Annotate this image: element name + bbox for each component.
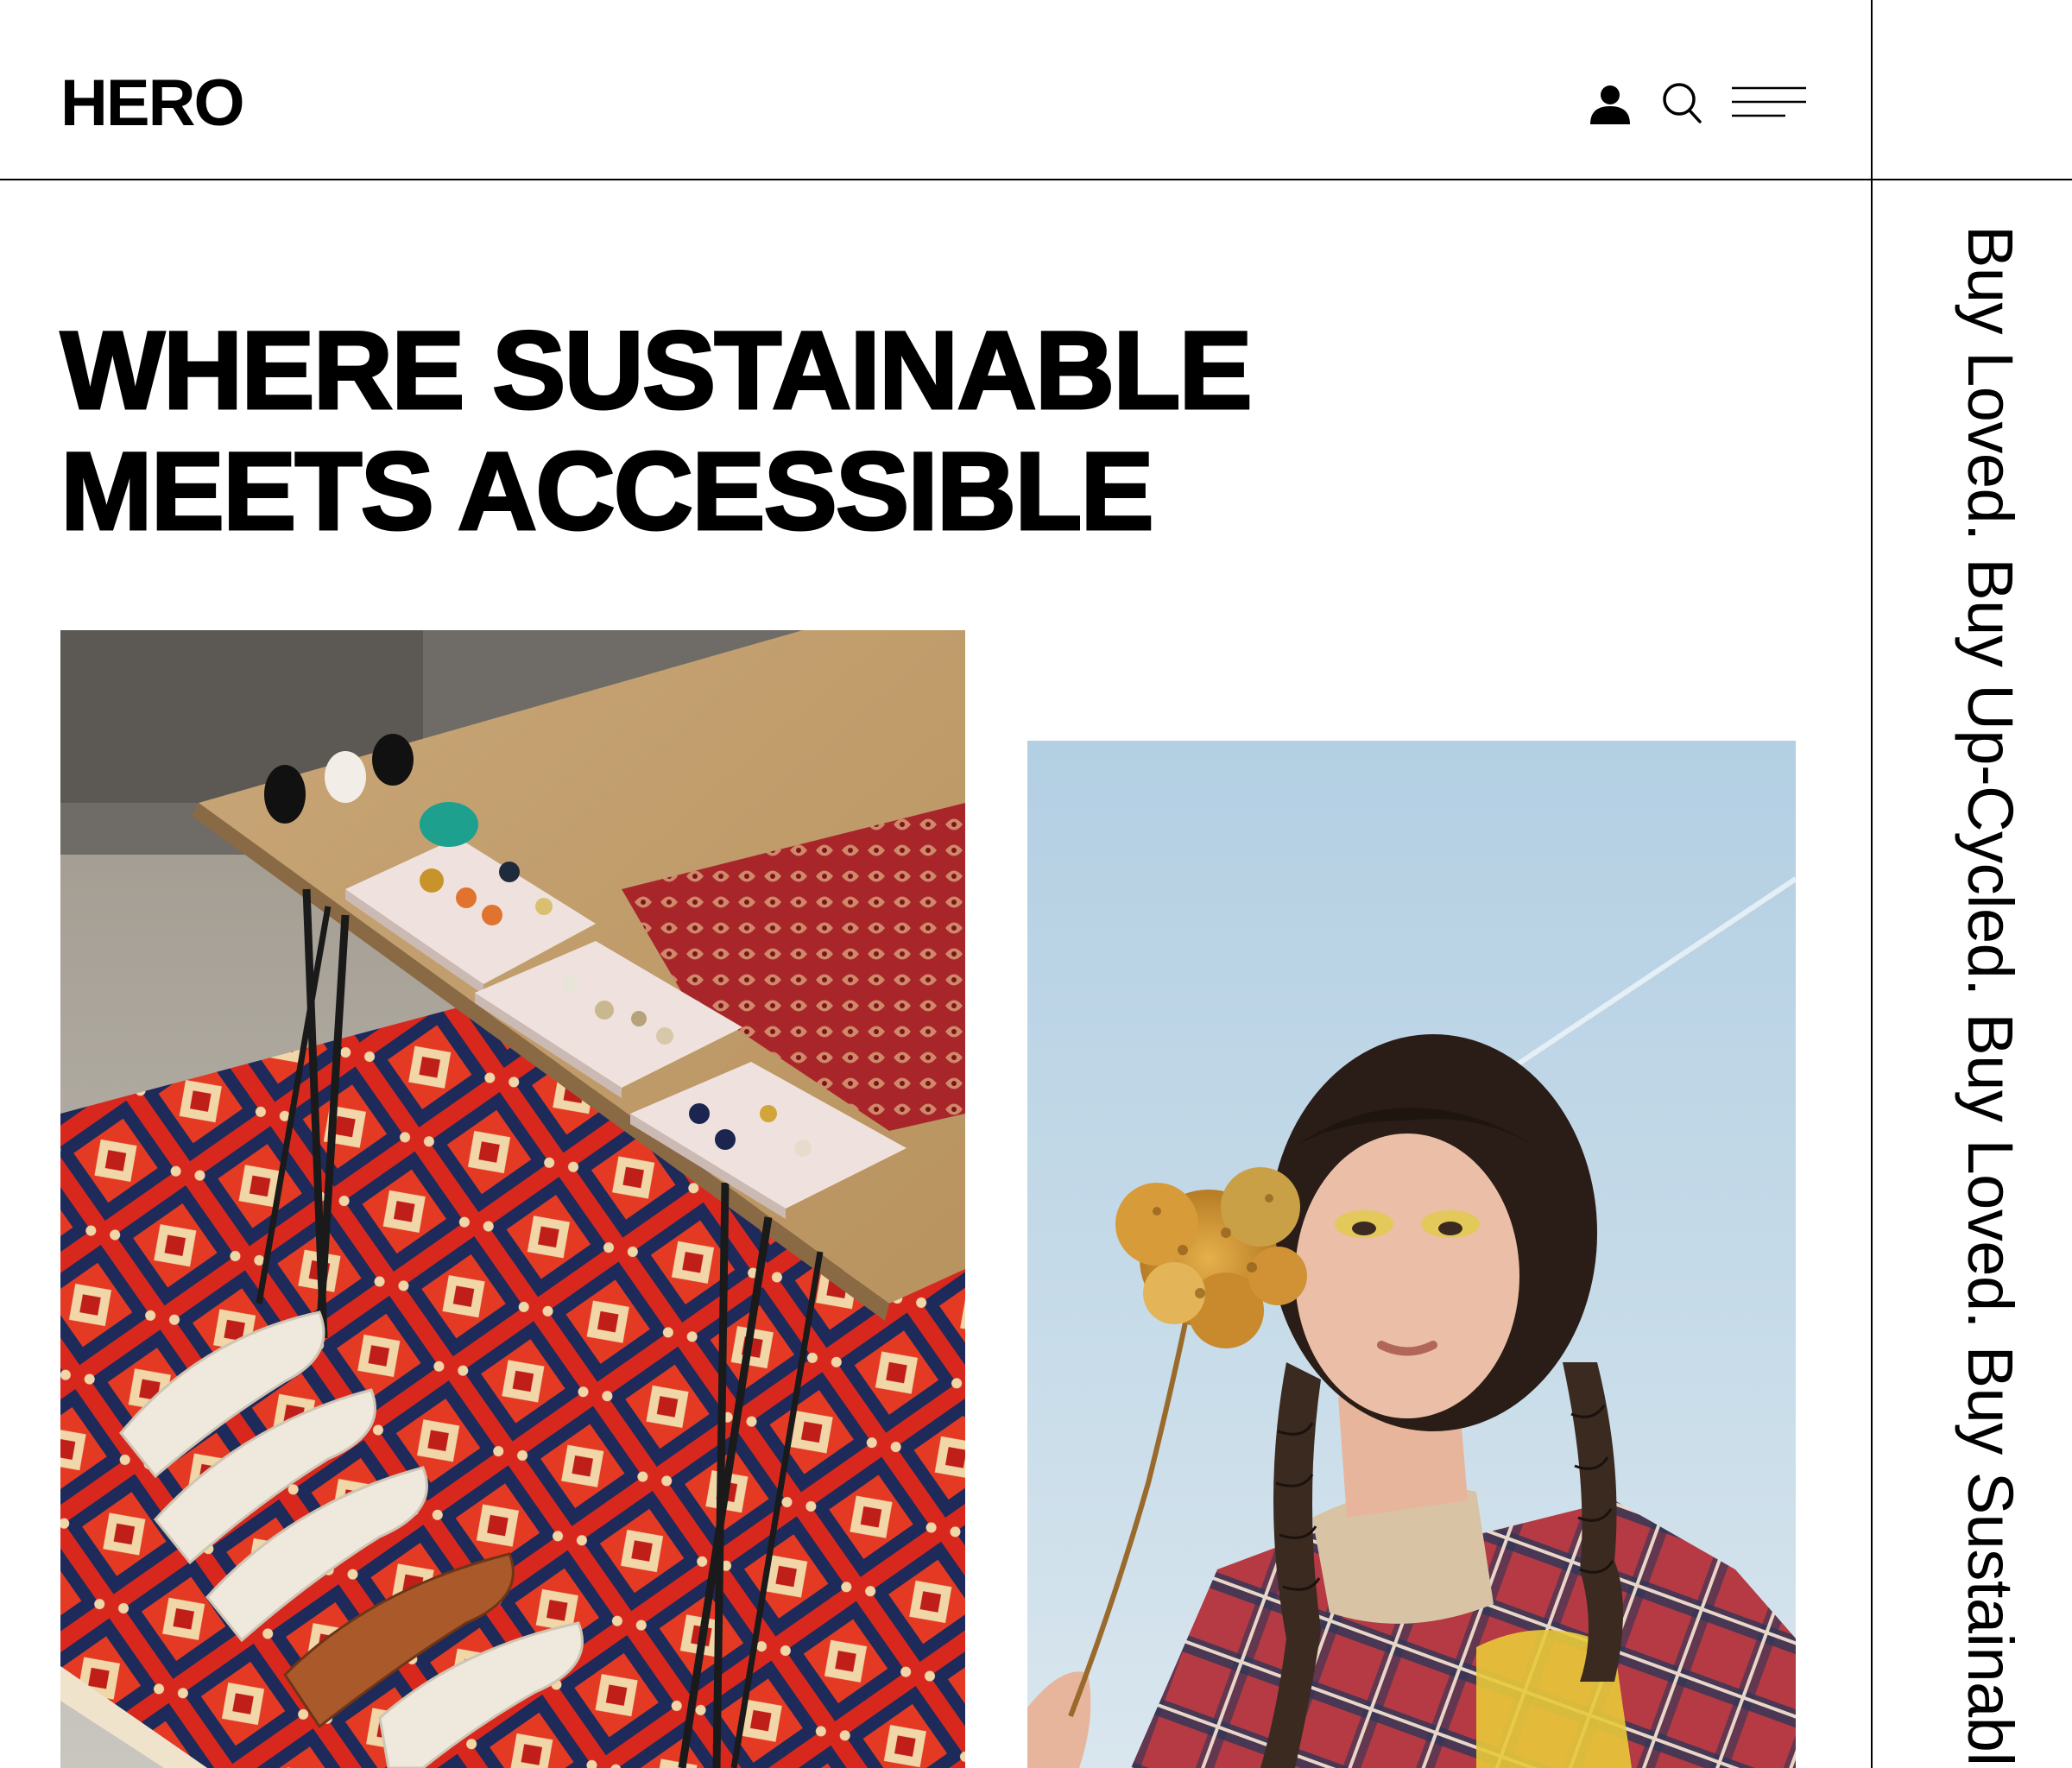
rail-marquee: Buy Loved. Buy Up-Cycled. Buy Loved. Buy… [1873, 180, 2072, 1768]
search-icon[interactable] [1661, 81, 1704, 126]
side-rail: Buy Loved. Buy Up-Cycled. Buy Loved. Buy… [1871, 0, 2072, 1768]
jewelry-table-photo[interactable] [60, 630, 965, 1768]
hero-title-line-1: WHERE SUSTAINABLE [60, 309, 1254, 433]
hero-title-line-2: MEETS ACCESSIBLE [60, 430, 1156, 553]
account-icon[interactable] [1589, 83, 1632, 126]
menu-icon[interactable] [1732, 85, 1810, 123]
site-logo[interactable]: HERO [60, 67, 245, 140]
hero-title: WHERE SUSTAINABLE MEETS ACCESSIBLE [60, 309, 1442, 553]
site-header: HERO [0, 0, 1871, 180]
header-icon-bar [1589, 73, 1813, 133]
portrait-photo[interactable] [1027, 741, 1796, 1768]
rail-tagline: Buy Loved. Buy Up-Cycled. Buy Loved. Buy… [1955, 225, 2026, 1768]
